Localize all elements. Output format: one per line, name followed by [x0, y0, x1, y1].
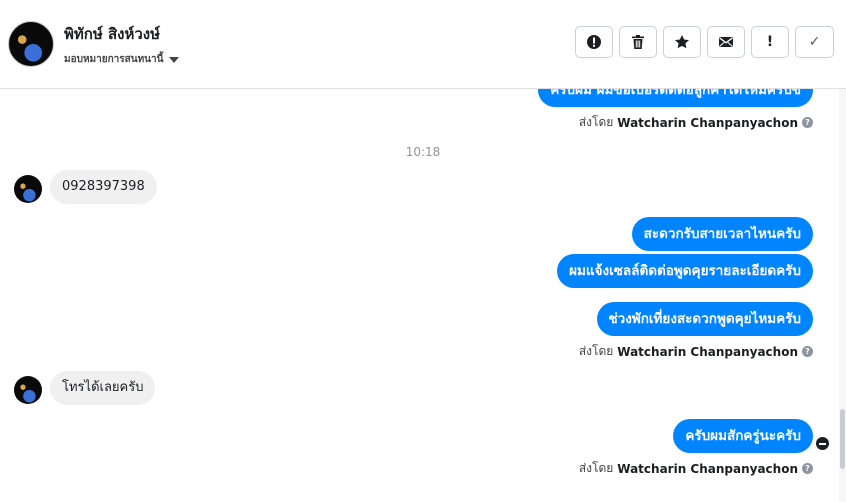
star-button[interactable] [663, 26, 701, 58]
outgoing-message[interactable]: ผมแจ้งเซลล์ติดต่อพูดคุยรายละเอียดครับ [557, 254, 813, 288]
exclamation-icon: ! [766, 34, 774, 50]
sent-by-prefix: ส่งโดย [578, 461, 614, 475]
help-icon[interactable]: ? [802, 117, 813, 128]
conversation-toolbar: ! ✓ [575, 26, 834, 58]
contact-name[interactable]: พิทักษ์ สิงห์วงษ์ [64, 22, 160, 46]
help-icon[interactable]: ? [802, 346, 813, 357]
trash-icon [632, 35, 644, 49]
message-thread[interactable]: ครับผม ผมขอเบอร์ติดต่อลูกค้าได้ไหมครับข … [0, 89, 838, 502]
agent-name[interactable]: Watcharin Chanpanyachon [617, 462, 798, 476]
assign-label: มอบหมายการสนทนานี้ [64, 54, 164, 65]
agent-name[interactable]: Watcharin Chanpanyachon [617, 116, 798, 130]
scrollbar-thumb[interactable] [840, 409, 845, 469]
done-button[interactable]: ✓ [795, 26, 834, 58]
alert-circle-icon [587, 35, 601, 49]
check-icon: ✓ [808, 34, 821, 50]
spam-button[interactable]: ! [751, 26, 789, 58]
caret-down-icon [169, 56, 180, 63]
help-icon[interactable]: ? [802, 463, 813, 474]
assign-conversation-dropdown[interactable]: มอบหมายการสนทนานี้ [64, 52, 180, 67]
outgoing-message[interactable]: ครับผม ผมขอเบอร์ติดต่อลูกค้าได้ไหมครับข [538, 89, 813, 107]
sent-by-prefix: ส่งโดย [578, 344, 614, 358]
sent-by-line: ส่งโดย Watcharin Chanpanyachon ? [579, 459, 813, 478]
seen-indicator-icon [816, 437, 829, 450]
report-button[interactable] [575, 26, 613, 58]
sent-by-line: ส่งโดย Watcharin Chanpanyachon ? [579, 342, 813, 361]
outgoing-message[interactable]: สะดวกรับสายเวลาไหนครับ [631, 217, 813, 251]
envelope-icon [719, 37, 733, 47]
outgoing-message[interactable]: ครับผมสักครู่นะครับ [673, 419, 813, 453]
contact-avatar-small[interactable] [14, 376, 42, 404]
thread-scrollbar[interactable] [839, 89, 846, 502]
delete-button[interactable] [619, 26, 657, 58]
incoming-message[interactable]: โทรได้เลยครับ [50, 371, 156, 405]
outgoing-message[interactable]: ช่วงพักเที่ยงสะดวกพูดคุยไหมครับ [596, 302, 813, 336]
incoming-message[interactable]: 0928397398 [50, 170, 157, 204]
sent-by-prefix: ส่งโดย [578, 115, 614, 129]
contact-avatar-small[interactable] [14, 175, 42, 203]
mark-unread-button[interactable] [707, 26, 745, 58]
sent-by-line: ส่งโดย Watcharin Chanpanyachon ? [579, 113, 813, 132]
contact-avatar[interactable] [8, 21, 54, 67]
agent-name[interactable]: Watcharin Chanpanyachon [617, 345, 798, 359]
star-icon [675, 35, 689, 49]
conversation-header: พิทักษ์ สิงห์วงษ์ มอบหมายการสนทนานี้ ! ✓ [0, 0, 846, 89]
timestamp: 10:18 [405, 145, 441, 159]
